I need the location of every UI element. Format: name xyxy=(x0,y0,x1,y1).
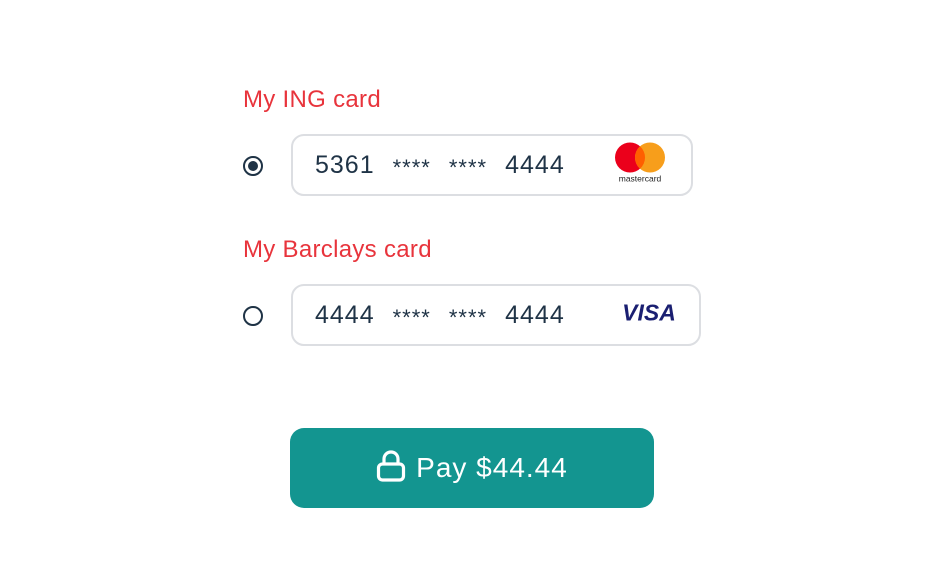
card-number-mask: **** xyxy=(448,155,488,180)
visa-wordmark: VISA xyxy=(622,300,676,326)
card-number-first: 5361 xyxy=(315,150,375,179)
card-number-last: 4444 xyxy=(505,300,565,329)
card-number-mask: **** xyxy=(392,305,431,330)
mastercard-logo-icon: mastercard xyxy=(613,142,667,189)
card-number-mask: **** xyxy=(392,155,431,180)
radio-barclays-card[interactable] xyxy=(243,306,263,326)
pay-button[interactable]: Pay $44.44 xyxy=(290,428,654,508)
radio-ing-card[interactable] xyxy=(243,156,263,176)
mastercard-wordmark: mastercard xyxy=(619,174,662,184)
card-number-mask: **** xyxy=(448,305,488,330)
card-label-ing: My ING card xyxy=(243,86,381,113)
card-label-barclays: My Barclays card xyxy=(243,236,432,263)
card-number-first: 4444 xyxy=(315,300,375,329)
visa-logo-icon: VISA xyxy=(621,300,677,331)
card-option-ing[interactable]: 5361 **** **** 4444 mastercard xyxy=(291,134,693,196)
card-number-last: 4444 xyxy=(505,150,565,179)
pay-button-label: Pay $44.44 xyxy=(416,452,568,483)
lock-icon xyxy=(376,449,406,487)
card-option-barclays[interactable]: 4444 **** **** 4444 VISA xyxy=(291,284,701,346)
